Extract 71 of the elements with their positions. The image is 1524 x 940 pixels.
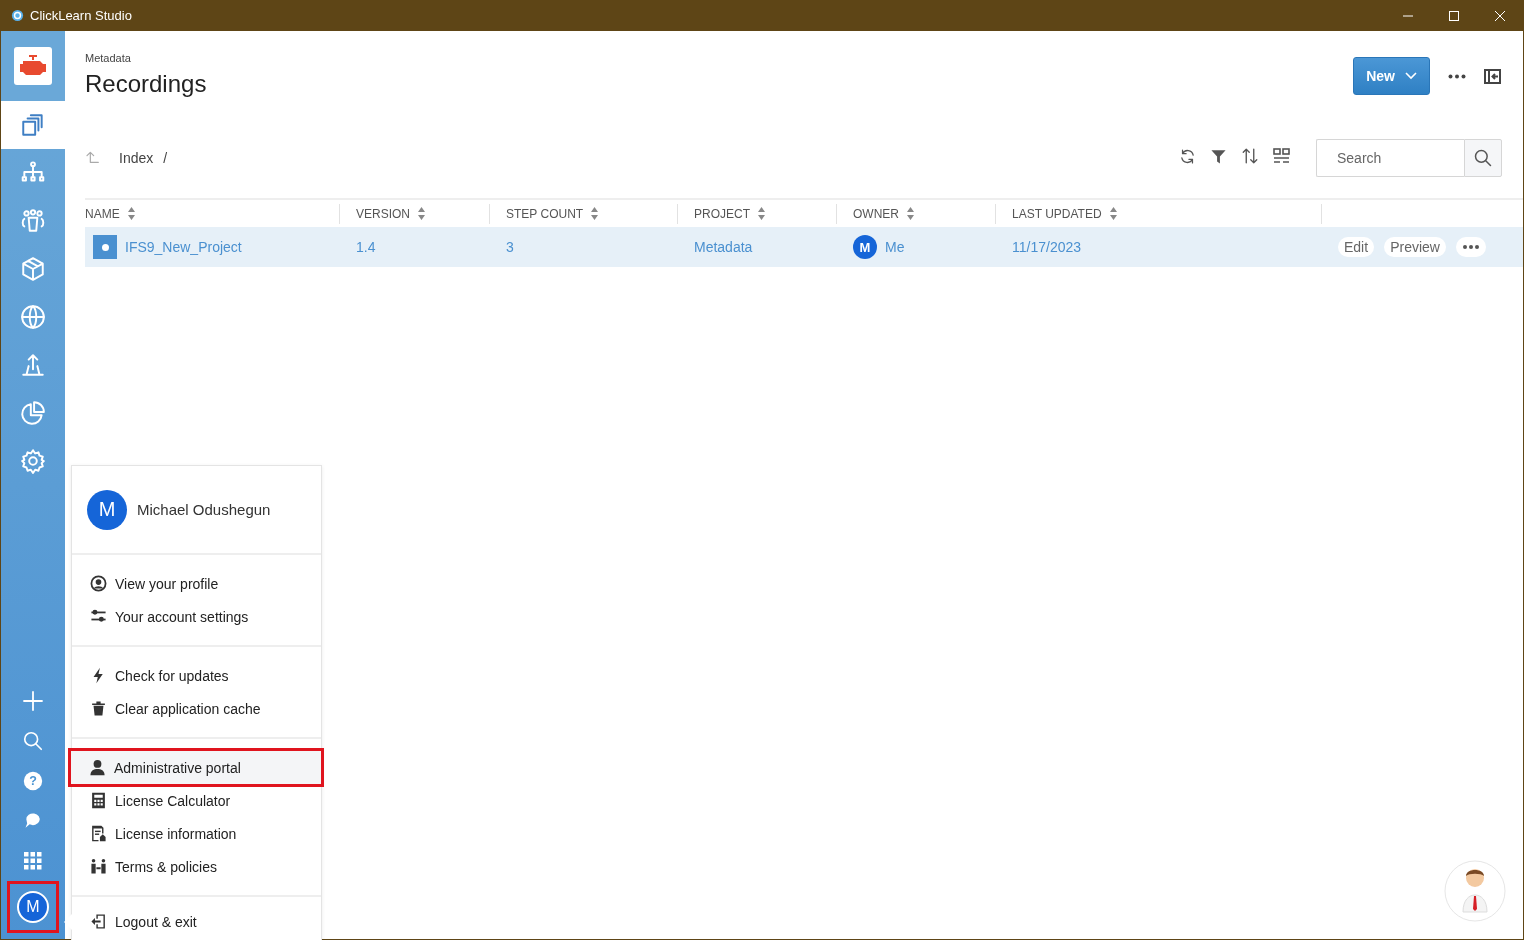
path-separator: / <box>163 150 168 166</box>
refresh-arrows-icon <box>1179 147 1196 165</box>
help-icon: ? <box>23 771 43 791</box>
menu-item[interactable]: Your account settings <box>72 600 321 633</box>
menu-item[interactable]: Check for updates <box>72 659 321 692</box>
path-link[interactable]: Index <box>119 150 154 166</box>
apps-grid-icon <box>24 852 42 870</box>
menu-item[interactable]: Terms & policies <box>72 850 321 883</box>
column-header[interactable]: STEP COUNT <box>506 206 584 221</box>
app-logo-icon <box>11 9 24 22</box>
menu-item[interactable]: License Calculator <box>72 784 321 817</box>
settings-icon <box>20 448 46 474</box>
search-field[interactable]: Search <box>1316 139 1464 177</box>
column-header[interactable]: PROJECT <box>694 206 750 221</box>
logout-icon <box>90 913 107 930</box>
column-header[interactable]: LAST UPDATED <box>1012 206 1102 221</box>
column-header[interactable]: OWNER <box>853 206 899 221</box>
sidebar-item[interactable] <box>1 101 65 149</box>
menu-item[interactable]: License information <box>72 817 321 850</box>
table-row[interactable]: IFS9_New_Project 1.4 3 Metadata M Me 11/17/2023 Edit Preview <box>85 227 1523 267</box>
close-icon[interactable] <box>1495 10 1505 21</box>
search-button[interactable] <box>1464 139 1502 177</box>
page-title: Recordings <box>85 70 207 98</box>
menu-item[interactable]: Clear application cache <box>72 692 321 725</box>
trash-icon <box>90 700 107 717</box>
table-cell: 1.4 <box>356 239 376 255</box>
table-cell: IFS9_New_Project <box>125 239 242 255</box>
people-icon <box>20 208 46 234</box>
menu-item[interactable]: View your profile <box>72 567 321 600</box>
user-avatar-button[interactable]: M <box>17 891 49 923</box>
sliders-icon <box>90 608 107 625</box>
table-cell: 3 <box>506 239 514 255</box>
owner-avatar: M <box>853 235 877 259</box>
search-icon <box>1473 148 1493 168</box>
new-button[interactable]: New <box>1353 57 1430 95</box>
column-header[interactable]: NAME <box>85 206 120 221</box>
box-icon <box>20 256 46 282</box>
recording-icon <box>93 235 117 259</box>
window-title: ClickLearn Studio <box>30 8 132 23</box>
row-action-button[interactable]: Edit <box>1338 237 1375 257</box>
more-options-icon[interactable] <box>1448 73 1466 79</box>
menu-item[interactable]: Administrative portal <box>71 751 321 784</box>
calculator-icon <box>90 792 107 809</box>
assistant-mascot-drawing[interactable] <box>1444 860 1506 922</box>
globe-icon <box>20 304 46 330</box>
pie-chart-icon <box>20 400 46 426</box>
menu-item[interactable]: Logout & exit <box>72 905 321 938</box>
table-cell: Me <box>885 239 905 255</box>
person-icon <box>89 759 106 776</box>
breadcrumb: Metadata <box>85 52 132 64</box>
engine-icon <box>19 55 47 77</box>
dots-icon <box>1461 244 1480 250</box>
profile-icon <box>90 575 107 592</box>
more-options-button[interactable] <box>1455 237 1486 257</box>
upload-icon <box>20 352 46 378</box>
maximize-icon[interactable] <box>1449 10 1459 21</box>
table-cell: 11/17/2023 <box>1012 239 1082 255</box>
user-name: Michael Odushegun <box>137 501 271 518</box>
panel-toggle-icon[interactable] <box>1484 68 1501 84</box>
documents-icon <box>20 112 46 138</box>
user-avatar: M <box>87 489 127 530</box>
app-logo[interactable] <box>14 47 52 85</box>
plus-icon <box>21 689 45 713</box>
search-icon <box>22 730 44 752</box>
chevron-down-icon <box>1405 72 1417 80</box>
row-action-button[interactable]: Preview <box>1384 237 1446 257</box>
sort-arrows-icon <box>1241 147 1259 165</box>
document-icon <box>90 825 107 842</box>
table-cell: Metadata <box>694 239 753 255</box>
column-header[interactable]: VERSION <box>356 206 410 221</box>
people-pair-icon <box>90 858 107 875</box>
